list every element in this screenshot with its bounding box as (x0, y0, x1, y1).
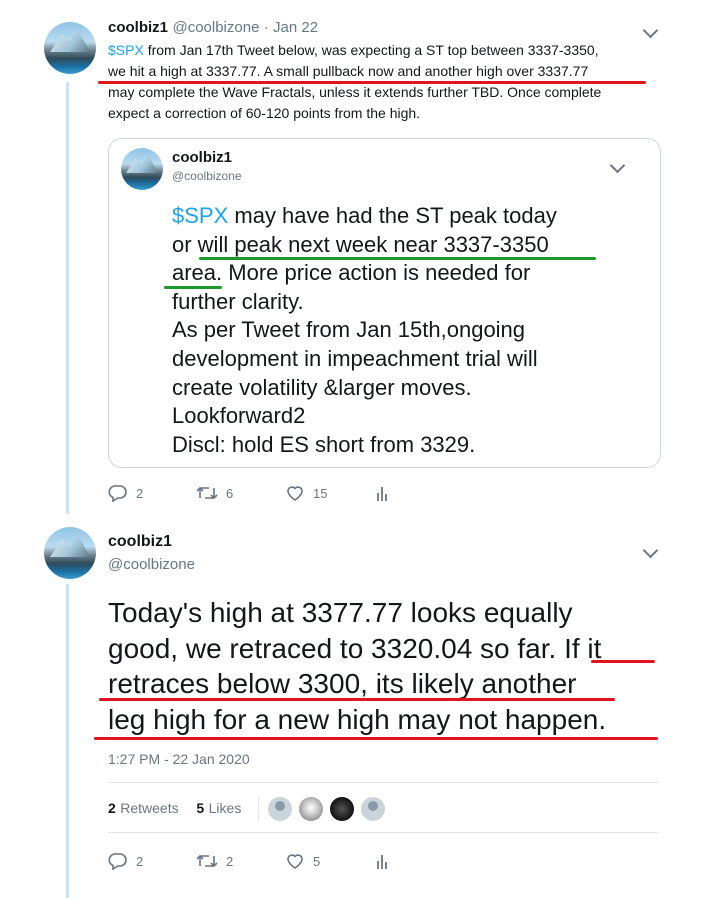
tweet-body: Today's high at 3377.77 looks equally go… (108, 595, 606, 737)
tweet-text-line: from Jan 17th Tweet below, was expecting… (143, 42, 599, 58)
thread-connector (66, 82, 69, 514)
retweet-button[interactable]: 2 (196, 852, 233, 870)
analytics-icon (377, 855, 387, 869)
tweet-text-line: create volatility &larger moves. (172, 374, 472, 400)
retweets-stat[interactable]: 2 Retweets (108, 800, 179, 817)
analytics-button[interactable] (375, 484, 391, 502)
reply-count: 2 (136, 485, 144, 501)
tweet-timestamp[interactable]: 1:27 PM - 22 Jan 2020 (108, 751, 250, 767)
like-count: 5 (313, 853, 321, 869)
heart-icon (287, 854, 303, 869)
retweet-icon (196, 854, 218, 868)
tweet-text-line: we hit a high at 3337.77. A small pullba… (108, 63, 589, 79)
red-underline (94, 737, 658, 740)
quoted-author-handle[interactable]: @coolbizone (172, 169, 242, 183)
reply-icon (108, 853, 127, 870)
tweet-text-line: leg high for a new high may not happen. (108, 703, 607, 735)
tweet-text-line: may complete the Wave Fractals, unless i… (108, 84, 602, 100)
divider (108, 782, 659, 783)
reply-button[interactable]: 2 (108, 852, 143, 870)
author-name[interactable]: coolbiz1 (108, 19, 168, 36)
reply-count: 2 (136, 853, 144, 869)
heart-icon (287, 486, 303, 501)
red-underline (591, 660, 655, 663)
red-underline (98, 81, 646, 84)
tweet-header: coolbiz1 @coolbizone · Jan 22 (108, 19, 318, 37)
chevron-down-icon[interactable] (642, 22, 659, 39)
avatar[interactable] (44, 22, 96, 74)
analytics-button[interactable] (375, 852, 391, 870)
tweet-date[interactable]: · Jan 22 (264, 19, 318, 36)
liker-avatar[interactable] (299, 797, 323, 821)
tweet-text-line: or will peak next week near 3337-3350 (172, 231, 549, 257)
chevron-down-icon[interactable] (642, 542, 659, 559)
like-total: 5 (196, 800, 205, 816)
retweet-count: 6 (226, 485, 234, 501)
tweet-text-line: retraces below 3300, its likely another (108, 668, 577, 699)
reply-icon (108, 485, 127, 502)
liker-avatar[interactable] (361, 797, 385, 821)
like-label: Likes (208, 800, 242, 816)
likes-stat[interactable]: 5 Likes (196, 800, 241, 817)
tweet-text-line: further clarity. (172, 288, 304, 314)
green-underline (164, 286, 222, 289)
like-button[interactable]: 5 (285, 852, 320, 870)
retweet-icon (196, 486, 218, 500)
reply-button[interactable]: 2 (108, 484, 143, 502)
tweet-text-line: area. More price action is needed for (172, 260, 531, 286)
thread-connector (66, 584, 69, 898)
cashtag-link[interactable]: $SPX (172, 203, 228, 228)
tweet-text-line: development in impeachment trial will (172, 345, 538, 371)
tweet-text-line: may have had the ST peak today (228, 203, 557, 228)
divider (258, 797, 259, 821)
red-underline (99, 698, 615, 701)
retweet-total: 2 (108, 800, 116, 816)
tweet-text-line: good, we retraced to 3320.04 so far. If … (108, 632, 602, 664)
quoted-tweet-body: $SPX may have had the ST peak today or w… (172, 202, 557, 459)
retweet-count: 2 (226, 853, 234, 869)
retweet-label: Retweets (120, 800, 179, 816)
retweet-button[interactable]: 6 (196, 484, 233, 502)
tweet-text-line: As per Tweet from Jan 15th,ongoing (172, 317, 526, 343)
like-button[interactable]: 15 (285, 484, 327, 502)
liker-avatar[interactable] (330, 797, 354, 821)
liker-avatar[interactable] (268, 797, 292, 821)
engagement-stats: 2 Retweets 5 Likes (108, 800, 241, 818)
divider (108, 832, 659, 833)
tweet-text-line: Discl: hold ES short from 3329. (172, 431, 476, 457)
cashtag-link[interactable]: $SPX (108, 42, 144, 58)
quoted-author-name[interactable]: coolbiz1 (172, 149, 232, 166)
tweet-text-line: Lookforward2 (172, 403, 306, 429)
author-handle[interactable]: @coolbizone (172, 19, 259, 36)
like-count: 15 (313, 485, 328, 501)
avatar[interactable] (44, 527, 96, 579)
analytics-icon (377, 487, 387, 501)
green-underline (199, 257, 596, 260)
author-handle[interactable]: @coolbizone (108, 556, 195, 573)
tweet-text-line: expect a correction of 60-120 points fro… (108, 105, 421, 121)
author-name[interactable]: coolbiz1 (108, 533, 172, 551)
avatar[interactable] (121, 148, 163, 190)
tweet-text-line: Today's high at 3377.77 looks equally (108, 597, 573, 628)
